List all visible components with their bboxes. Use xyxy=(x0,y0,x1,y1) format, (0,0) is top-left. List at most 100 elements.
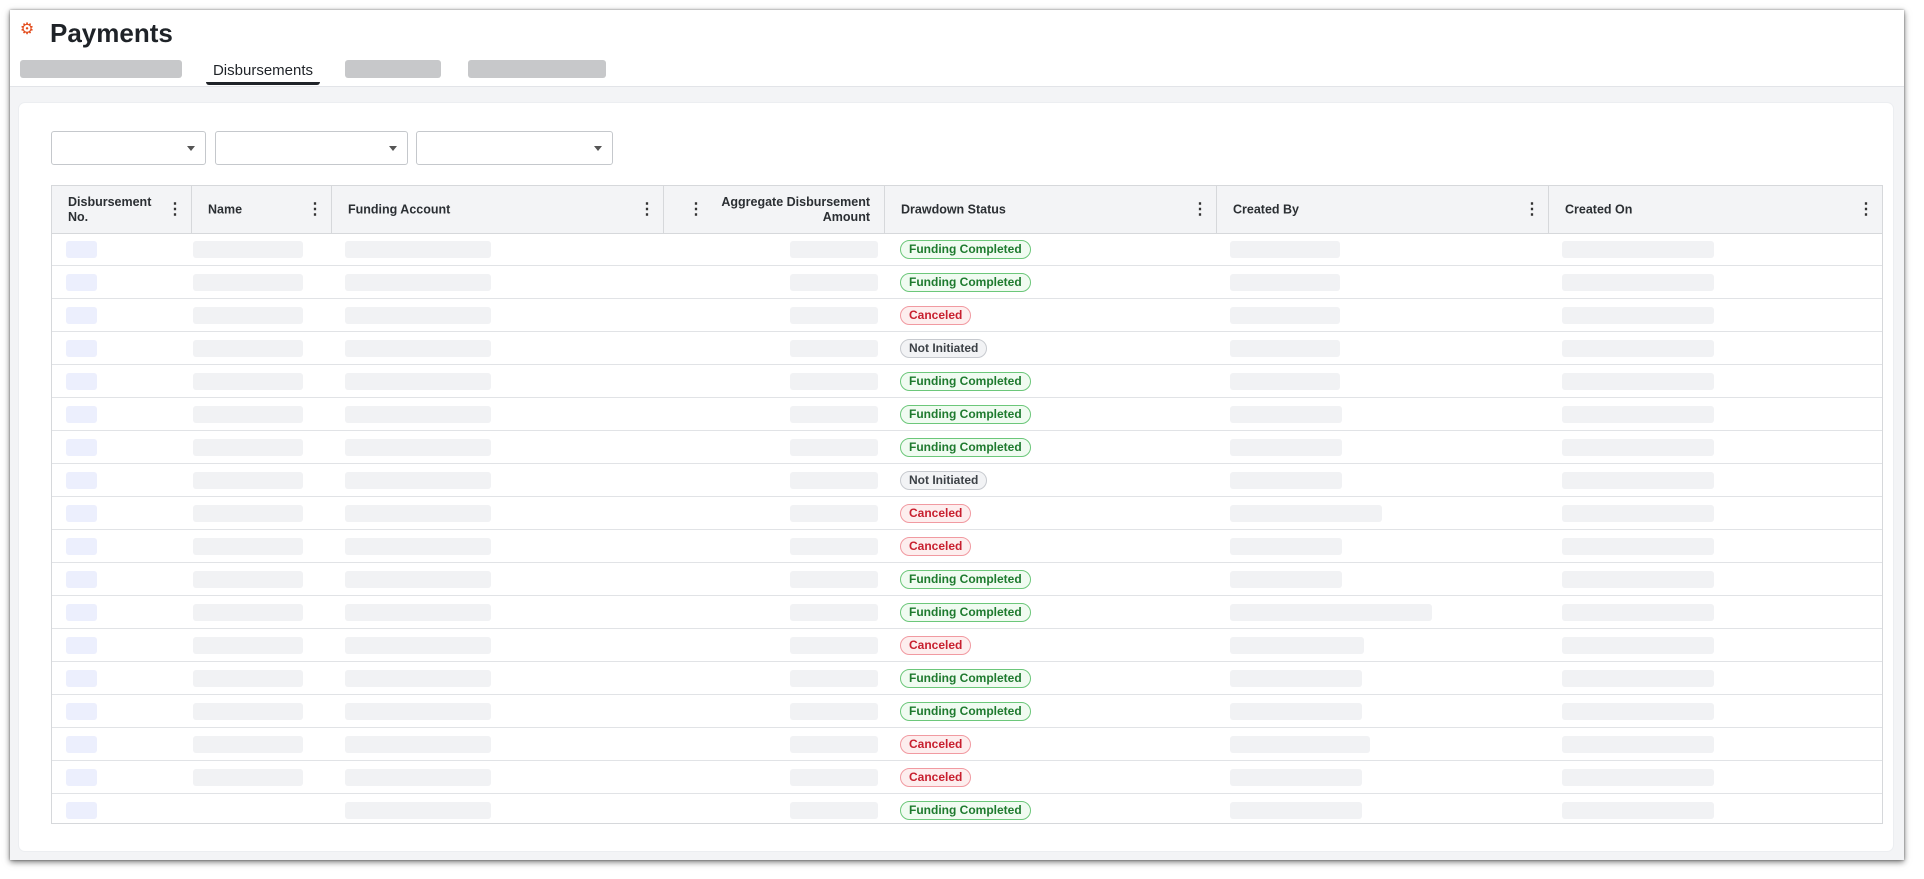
table-row[interactable]: Canceled xyxy=(52,629,1882,662)
status-badge: Canceled xyxy=(900,735,972,754)
redacted-funding-account xyxy=(345,538,491,555)
status-badge: Canceled xyxy=(900,504,972,523)
redacted-created-by xyxy=(1230,406,1342,423)
column-header-drawdown-status[interactable]: Drawdown Status ⋮ xyxy=(885,186,1217,233)
tab-redacted-1[interactable] xyxy=(20,60,182,78)
column-menu-icon[interactable]: ⋮ xyxy=(639,201,655,218)
redacted-funding-account xyxy=(345,769,491,786)
table-row[interactable]: Funding Completed xyxy=(52,563,1882,596)
column-menu-icon[interactable]: ⋮ xyxy=(167,201,183,218)
redacted-name xyxy=(193,340,303,357)
column-label: Funding Account xyxy=(348,202,451,216)
redacted-aggregate-amount xyxy=(790,241,878,258)
redacted-name xyxy=(193,373,303,390)
column-header-created-by[interactable]: Created By ⋮ xyxy=(1217,186,1549,233)
status-badge: Funding Completed xyxy=(900,372,1031,391)
column-menu-icon[interactable]: ⋮ xyxy=(688,201,704,218)
redacted-disbursement-no xyxy=(66,736,97,753)
page-header: ⚙ Payments Disbursements xyxy=(10,10,1904,87)
table-row[interactable]: Funding Completed xyxy=(52,596,1882,629)
redacted-created-by xyxy=(1230,373,1340,390)
table-row[interactable]: Canceled xyxy=(52,299,1882,332)
redacted-created-by xyxy=(1230,307,1340,324)
redacted-funding-account xyxy=(345,340,491,357)
table-header: Disbursement No. ⋮ Name ⋮ Funding Accoun… xyxy=(52,186,1882,234)
status-badge: Not Initiated xyxy=(900,339,988,358)
status-badge: Canceled xyxy=(900,537,972,556)
column-menu-icon[interactable]: ⋮ xyxy=(1858,201,1874,218)
redacted-created-on xyxy=(1562,571,1714,588)
redacted-aggregate-amount xyxy=(790,604,878,621)
redacted-disbursement-no xyxy=(66,274,97,291)
redacted-created-on xyxy=(1562,340,1714,357)
tab-redacted-2[interactable] xyxy=(345,60,441,78)
redacted-funding-account xyxy=(345,736,491,753)
redacted-created-on xyxy=(1562,472,1714,489)
redacted-created-by xyxy=(1230,703,1362,720)
redacted-funding-account xyxy=(345,802,491,819)
column-header-aggregate-amount[interactable]: ⋮ Aggregate Disbursement Amount xyxy=(664,186,885,233)
redacted-disbursement-no xyxy=(66,604,97,621)
column-menu-icon[interactable]: ⋮ xyxy=(1192,201,1208,218)
redacted-funding-account xyxy=(345,604,491,621)
redacted-name xyxy=(193,670,303,687)
table-row[interactable]: Canceled xyxy=(52,497,1882,530)
tab-redacted-3[interactable] xyxy=(468,60,606,78)
table-row[interactable]: Not Initiated xyxy=(52,464,1882,497)
table-row[interactable]: Funding Completed xyxy=(52,266,1882,299)
redacted-name xyxy=(193,274,303,291)
table-row[interactable]: Funding Completed xyxy=(52,431,1882,464)
status-badge: Canceled xyxy=(900,306,972,325)
redacted-created-on xyxy=(1562,670,1714,687)
redacted-funding-account xyxy=(345,571,491,588)
redacted-name xyxy=(193,472,303,489)
redacted-aggregate-amount xyxy=(790,769,878,786)
redacted-funding-account xyxy=(345,274,491,291)
disbursements-card: Disbursement No. ⋮ Name ⋮ Funding Accoun… xyxy=(19,103,1893,851)
table-row[interactable]: Funding Completed xyxy=(52,365,1882,398)
redacted-name xyxy=(193,307,303,324)
redacted-aggregate-amount xyxy=(790,406,878,423)
app-window: ⚙ Payments Disbursements Disbursement No… xyxy=(10,10,1904,860)
redacted-aggregate-amount xyxy=(790,571,878,588)
filter-dropdown-3[interactable] xyxy=(416,131,613,165)
table-row[interactable]: Funding Completed xyxy=(52,233,1882,266)
status-badge: Not Initiated xyxy=(900,471,988,490)
column-label: Drawdown Status xyxy=(901,202,1006,216)
table-row[interactable]: Funding Completed xyxy=(52,662,1882,695)
status-badge: Canceled xyxy=(900,636,972,655)
column-menu-icon[interactable]: ⋮ xyxy=(1524,201,1540,218)
table-row[interactable]: Canceled xyxy=(52,530,1882,563)
column-menu-icon[interactable]: ⋮ xyxy=(307,201,323,218)
column-header-created-on[interactable]: Created On ⋮ xyxy=(1549,186,1882,233)
column-header-funding-account[interactable]: Funding Account ⋮ xyxy=(332,186,664,233)
disbursements-table: Disbursement No. ⋮ Name ⋮ Funding Accoun… xyxy=(51,185,1883,824)
table-row[interactable]: Not Initiated xyxy=(52,332,1882,365)
redacted-name xyxy=(193,637,303,654)
status-badge: Funding Completed xyxy=(900,240,1031,259)
redacted-aggregate-amount xyxy=(790,538,878,555)
redacted-created-on xyxy=(1562,802,1714,819)
tab-disbursements[interactable]: Disbursements xyxy=(206,62,320,85)
filter-dropdown-2[interactable] xyxy=(215,131,408,165)
table-row[interactable]: Funding Completed xyxy=(52,794,1882,827)
table-row[interactable]: Funding Completed xyxy=(52,695,1882,728)
redacted-created-by xyxy=(1230,241,1340,258)
redacted-created-by xyxy=(1230,736,1370,753)
column-header-disbursement-no[interactable]: Disbursement No. ⋮ xyxy=(52,186,192,233)
redacted-aggregate-amount xyxy=(790,703,878,720)
redacted-created-by xyxy=(1230,670,1362,687)
table-row[interactable]: Canceled xyxy=(52,761,1882,794)
redacted-created-on xyxy=(1562,538,1714,555)
table-row[interactable]: Canceled xyxy=(52,728,1882,761)
table-row[interactable]: Funding Completed xyxy=(52,398,1882,431)
redacted-aggregate-amount xyxy=(790,307,878,324)
redacted-funding-account xyxy=(345,472,491,489)
caret-down-icon xyxy=(594,146,602,151)
redacted-funding-account xyxy=(345,439,491,456)
redacted-funding-account xyxy=(345,670,491,687)
filter-dropdown-1[interactable] xyxy=(51,131,206,165)
redacted-aggregate-amount xyxy=(790,340,878,357)
column-header-name[interactable]: Name ⋮ xyxy=(192,186,332,233)
redacted-disbursement-no xyxy=(66,307,97,324)
